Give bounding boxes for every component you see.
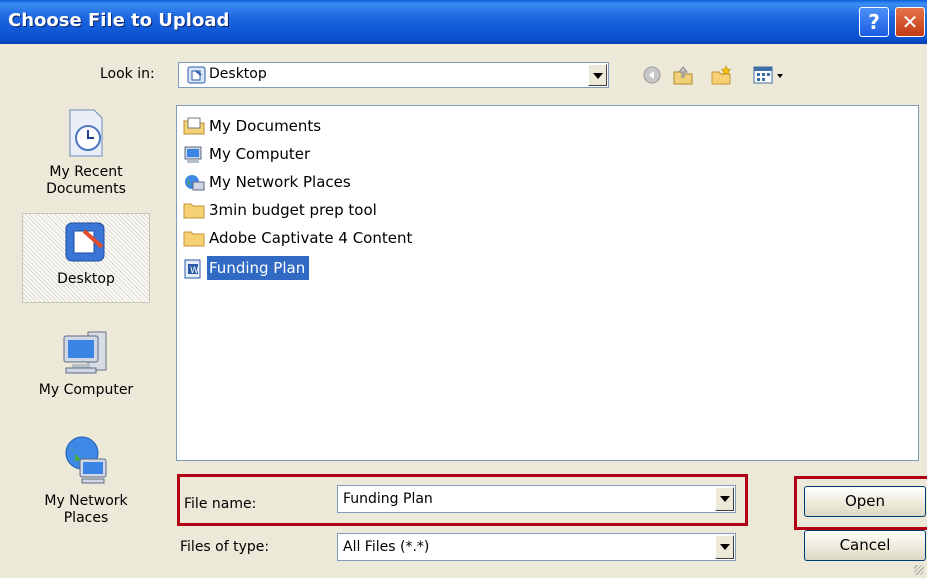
file-name-value: Funding Plan	[343, 491, 433, 507]
file-upload-dialog: Choose File to Upload ? ✕ Look in: Deskt…	[0, 0, 927, 578]
place-my-network-places[interactable]: My Network Places	[22, 433, 150, 543]
places-bar: My Recent Documents Desktop My Computer …	[22, 103, 150, 563]
views-menu-icon[interactable]	[752, 64, 788, 90]
list-item[interactable]: Adobe Captivate 4 Content	[183, 226, 487, 250]
list-item[interactable]: 3min budget prep tool	[183, 198, 447, 222]
title-bar[interactable]: Choose File to Upload ? ✕	[0, 0, 927, 44]
list-item[interactable]: My Network Places	[183, 170, 447, 194]
file-name: Funding Plan	[207, 256, 310, 280]
look-in-value: Desktop	[209, 66, 267, 82]
network-places-icon	[22, 433, 150, 489]
place-label-line2: Places	[63, 510, 109, 526]
place-label-line1: My Recent	[49, 164, 123, 180]
open-button[interactable]: Open	[804, 486, 926, 517]
dialog-title: Choose File to Upload	[8, 10, 230, 31]
folder-icon	[183, 203, 205, 219]
file-name-label: File name:	[184, 496, 257, 512]
chevron-down-icon[interactable]	[588, 64, 607, 86]
back-icon[interactable]	[641, 64, 663, 90]
resize-grip-icon[interactable]	[914, 565, 924, 575]
file-name-field[interactable]: Funding Plan	[337, 485, 736, 513]
place-my-computer[interactable]: My Computer	[22, 328, 150, 418]
chevron-down-icon[interactable]	[715, 487, 734, 511]
my-documents-icon	[183, 117, 205, 135]
network-places-icon	[185, 175, 205, 191]
file-name: My Documents	[209, 117, 322, 135]
place-label-line2: Documents	[46, 181, 126, 197]
desktop-icon	[23, 219, 149, 267]
file-type-dropdown[interactable]: All Files (*.*)	[337, 533, 736, 561]
cancel-button[interactable]: Cancel	[804, 530, 926, 561]
list-item-selected[interactable]: W Funding Plan	[183, 256, 347, 280]
desktop-icon	[187, 65, 207, 89]
place-label: Desktop	[57, 271, 115, 287]
close-button[interactable]: ✕	[895, 7, 925, 37]
word-document-icon: W	[184, 259, 201, 279]
my-computer-icon	[22, 328, 150, 378]
my-computer-icon	[184, 146, 202, 163]
file-name: 3min budget prep tool	[209, 201, 377, 219]
place-label-line1: My Network	[44, 493, 128, 509]
list-item[interactable]: My Documents	[183, 114, 447, 138]
help-button[interactable]: ?	[859, 7, 889, 37]
file-type-label: Files of type:	[180, 539, 270, 555]
file-name: My Network Places	[209, 173, 351, 191]
chevron-down-icon[interactable]	[715, 535, 734, 559]
recent-documents-icon	[22, 108, 150, 160]
place-desktop[interactable]: Desktop	[22, 213, 150, 303]
list-item[interactable]: My Computer	[183, 142, 447, 166]
file-list[interactable]: My Documents My Computer My Network Plac…	[176, 105, 919, 461]
new-folder-icon[interactable]	[710, 64, 734, 90]
look-in-dropdown[interactable]: Desktop	[178, 62, 609, 88]
svg-text:W: W	[190, 266, 199, 276]
up-folder-icon[interactable]	[671, 64, 695, 90]
place-label: My Computer	[38, 382, 134, 398]
folder-icon	[183, 231, 205, 247]
file-type-value: All Files (*.*)	[343, 539, 430, 555]
place-my-recent-documents[interactable]: My Recent Documents	[22, 108, 150, 213]
look-in-label: Look in:	[100, 66, 155, 82]
file-name: Adobe Captivate 4 Content	[209, 229, 413, 247]
file-name: My Computer	[209, 145, 311, 163]
